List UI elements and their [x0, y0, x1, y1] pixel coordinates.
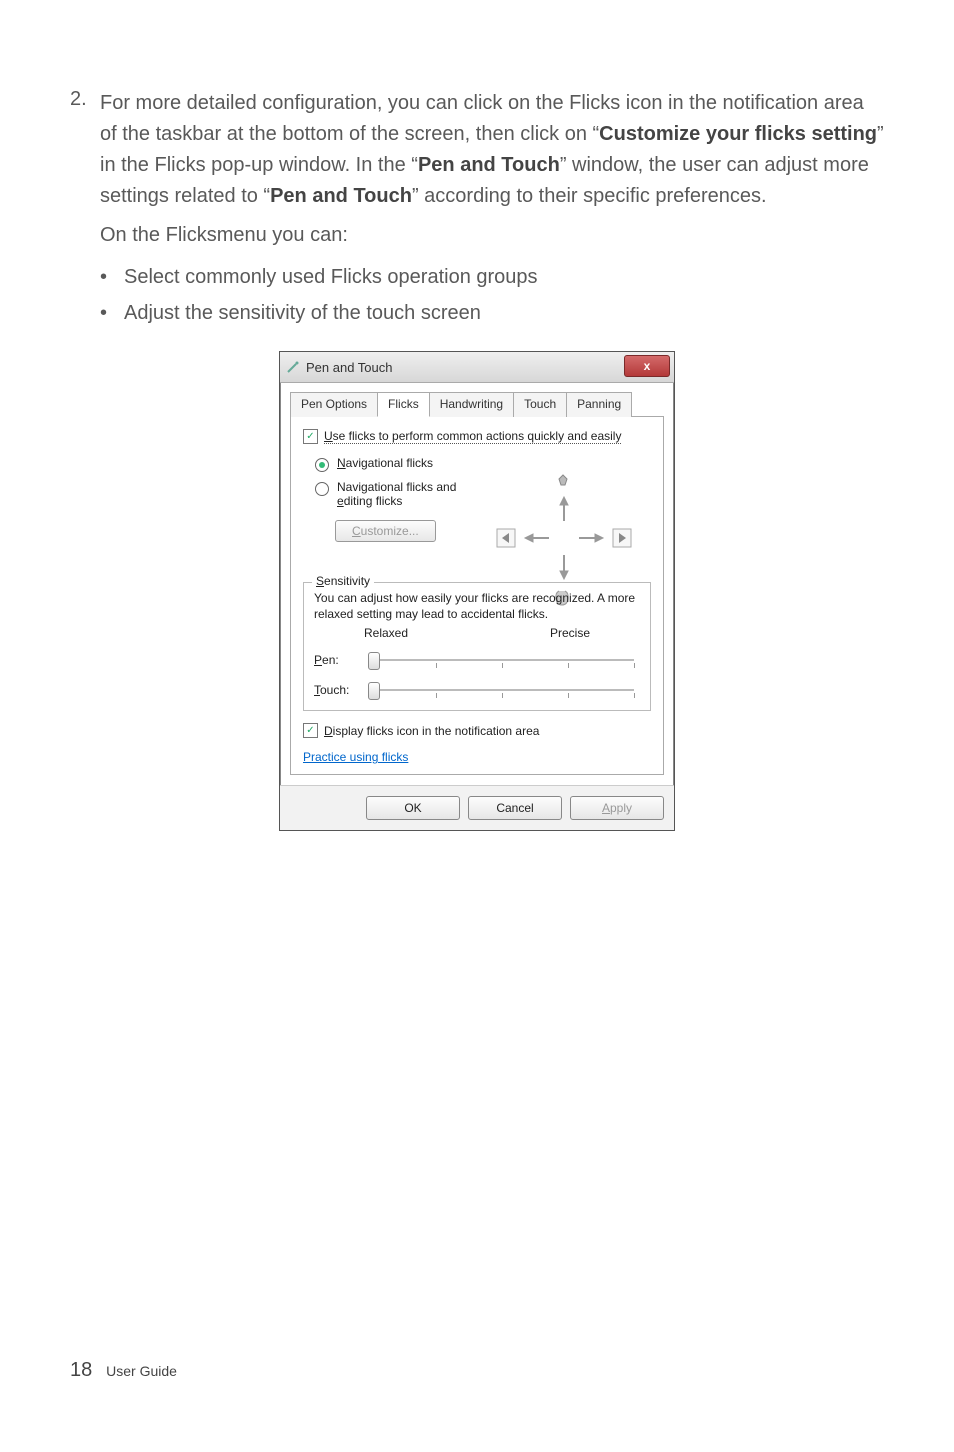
bullet-item: • Adjust the sensitivity of the touch sc… — [100, 297, 884, 329]
tab-flicks[interactable]: Flicks — [377, 392, 430, 417]
close-button[interactable]: x — [624, 355, 670, 377]
cust-accel: C — [352, 524, 361, 538]
use-flicks-accel: U — [324, 429, 333, 443]
sensitivity-desc: You can adjust how easily your flicks ar… — [314, 591, 640, 622]
p1d: Pen and Touch — [418, 154, 560, 176]
tab-pen-options[interactable]: Pen Options — [290, 392, 378, 417]
r2-accel: e — [337, 494, 344, 508]
nav-editing-flicks-radio[interactable] — [315, 482, 329, 496]
pen-slider[interactable] — [370, 650, 634, 670]
pen-rest: en: — [322, 653, 339, 667]
cust-rest: ustomize... — [361, 524, 419, 538]
r1-accel: N — [337, 456, 346, 470]
use-flicks-checkbox[interactable]: ✓ — [303, 429, 318, 444]
pen-accel: P — [314, 653, 322, 667]
cancel-button[interactable]: Cancel — [468, 796, 562, 820]
tab-handwriting[interactable]: Handwriting — [429, 392, 514, 417]
relaxed-label: Relaxed — [364, 626, 408, 640]
page-number: 18 — [70, 1359, 92, 1381]
r2-rest: diting flicks — [344, 494, 403, 508]
use-flicks-rest: se flicks to perform common actions quic… — [333, 429, 622, 443]
bullet-text: Select commonly used Flicks operation gr… — [124, 261, 538, 293]
nav-editing-flicks-label: Navigational flicks and editing flicks — [337, 480, 456, 508]
precise-label: Precise — [550, 626, 590, 640]
pen-icon — [286, 360, 300, 374]
apply-rest: pply — [610, 801, 632, 815]
display-flicks-icon-label: Display flicks icon in the notification … — [324, 724, 539, 738]
p1f: Pen and Touch — [270, 185, 412, 207]
p1g: ” according to their specific preference… — [412, 185, 767, 207]
navigational-flicks-label: Navigational flicks — [337, 456, 433, 470]
ok-button[interactable]: OK — [366, 796, 460, 820]
touch-slider-label: Touch: — [314, 683, 364, 697]
use-flicks-label: Use flicks to perform common actions qui… — [324, 429, 621, 444]
sensitivity-legend: Sensitivity — [312, 574, 374, 588]
touch-rest: ouch: — [320, 683, 349, 697]
touch-slider[interactable] — [370, 680, 634, 700]
p1b: Customize your flicks setting — [599, 123, 877, 145]
titlebar[interactable]: Pen and Touch x — [280, 352, 674, 383]
apply-button[interactable]: Apply — [570, 796, 664, 820]
pen-and-touch-dialog: Pen and Touch x Pen Options Flicks Handw… — [279, 351, 675, 831]
pen-slider-thumb[interactable] — [368, 652, 380, 670]
paragraph-1: For more detailed configuration, you can… — [100, 88, 884, 212]
bullet-dot-icon: • — [100, 261, 124, 293]
touch-slider-thumb[interactable] — [368, 682, 380, 700]
paragraph-2: On the Flicksmenu you can: — [100, 220, 884, 251]
page-footer: 18 User Guide — [70, 1359, 177, 1382]
pen-slider-label: Pen: — [314, 653, 364, 667]
display-flicks-icon-checkbox[interactable]: ✓ — [303, 723, 318, 738]
practice-using-flicks-link[interactable]: Practice using flicks — [303, 750, 651, 764]
tab-strip: Pen Options Flicks Handwriting Touch Pan… — [290, 391, 664, 417]
bullet-dot-icon: • — [100, 297, 124, 329]
sens-accel: S — [316, 574, 324, 588]
bullet-text: Adjust the sensitivity of the touch scre… — [124, 297, 481, 329]
bullet-item: • Select commonly used Flicks operation … — [100, 261, 884, 293]
disp-accel: D — [324, 724, 333, 738]
tab-panning[interactable]: Panning — [566, 392, 632, 417]
sensitivity-group: Sensitivity You can adjust how easily yo… — [303, 582, 651, 711]
tab-touch[interactable]: Touch — [513, 392, 567, 417]
navigational-flicks-radio[interactable] — [315, 458, 329, 472]
footer-label: User Guide — [106, 1363, 177, 1379]
dialog-title: Pen and Touch — [306, 360, 393, 375]
customize-button[interactable]: Customize... — [335, 520, 436, 542]
apply-accel: A — [602, 801, 610, 815]
sens-rest: ensitivity — [324, 574, 370, 588]
disp-rest: isplay flicks icon in the notification a… — [333, 724, 540, 738]
r1-rest: avigational flicks — [346, 456, 433, 470]
list-number: 2. — [70, 88, 100, 111]
r2-line1: Navigational flicks and — [337, 480, 456, 494]
